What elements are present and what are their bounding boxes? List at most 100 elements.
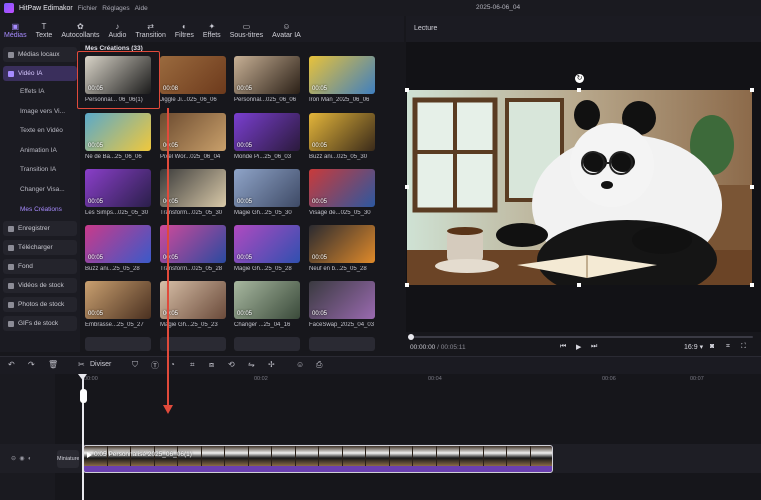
tab-music[interactable]: ♪ Audio [108,22,126,42]
preview-image[interactable] [407,90,752,285]
tab-text[interactable]: T Texte [36,22,53,42]
resize-handle[interactable] [405,88,409,92]
tab-transition[interactable]: ⇄ Transition [135,22,165,42]
split-icon[interactable]: ✂ [78,360,85,369]
sidebar-item-1[interactable]: Vidéo IA [3,66,77,81]
media-thumbnail[interactable]: 00:05 [85,169,151,207]
sidebar-item-11[interactable]: Fond [3,259,77,274]
rotate-handle-icon[interactable]: ↻ [575,74,584,83]
media-thumbnail[interactable]: 00:05 [160,113,226,151]
video-clip[interactable]: 0:05 Personnalisé 2025_06_06(1) [83,445,553,473]
more-icon[interactable]: ✢ [268,360,275,369]
resize-handle[interactable] [750,185,754,189]
crop-tool-icon[interactable]: ⌗ [190,360,195,370]
sidebar-item-label: Enregistrer [18,225,50,232]
media-thumbnail[interactable]: 00:05 [85,281,151,319]
music-icon: ♪ [115,22,120,31]
tab-subtitles[interactable]: ▭ Sous-titres [230,22,263,42]
tab-sticker[interactable]: ✿ Autocollants [61,22,99,42]
delete-icon[interactable]: 🗑 [48,360,58,369]
playback-progress[interactable] [408,334,753,340]
media-thumbnail[interactable]: 00:05 [234,281,300,319]
resize-handle[interactable] [405,185,409,189]
mute-icon[interactable]: ◐ [28,456,32,462]
media-thumbnail[interactable]: 00:05 [309,113,375,151]
shield-icon[interactable]: ⛉ [132,360,138,370]
resize-handle[interactable] [577,283,581,287]
drag-arrow [167,108,169,408]
sidebar-item-12[interactable]: Vidéos de stock [3,278,77,293]
media-thumbnail-partial[interactable] [234,337,300,351]
progress-knob[interactable] [408,334,414,340]
prev-frame-icon[interactable]: ⏮ [560,343,566,351]
sidebar-item-6[interactable]: Transition IA [3,162,77,177]
thumbnail-button[interactable]: Miniature [57,450,79,468]
snapshot-icon[interactable]: ◙ [710,343,714,350]
playhead-marker[interactable] [80,389,87,403]
sidebar-item-9[interactable]: Enregistrer [3,221,77,236]
sidebar-item-3[interactable]: Image vers Vi... [3,104,77,119]
speed-icon[interactable]: ◔ [170,360,175,369]
tab-media[interactable]: ▣ Médias [4,22,27,42]
sidebar-item-2[interactable]: Effets IA [3,84,77,99]
media-thumbnail[interactable]: 00:05 [85,113,151,151]
sidebar-item-7[interactable]: Changer Visa... [3,182,77,197]
aspect-ratio-select[interactable]: 16:9 ▾ [684,343,703,351]
sidebar-item-10[interactable]: Télécharger [3,240,77,255]
media-label: Transform...025_05_30 [160,210,223,216]
media-label: Embrasse...25_05_27 [85,322,144,328]
visibility-icon[interactable]: ◉ [19,456,24,462]
resize-handle[interactable] [750,283,754,287]
resize-handle[interactable] [577,88,581,92]
sidebar-item-4[interactable]: Texte en Vidéo [3,123,77,138]
media-thumbnail[interactable]: 00:05 [309,56,375,94]
tab-effects[interactable]: ✦ Effets [203,22,221,42]
play-icon[interactable]: ▶ [576,343,581,351]
media-thumbnail[interactable]: 00:05 [234,225,300,263]
lock-icon[interactable]: ⊖ [11,456,16,462]
rotate-tool-icon[interactable]: ⟲ [228,360,235,369]
sidebar-item-0[interactable]: Médias locaux [3,47,77,62]
timeline-area[interactable] [0,374,761,500]
media-thumbnail-partial[interactable] [85,337,151,351]
media-thumbnail[interactable]: 00:08 [160,56,226,94]
crop-icon[interactable]: ⌗ [726,343,730,351]
export-frame-icon[interactable]: ⎙ [316,360,322,370]
menu-reglages[interactable]: Réglages [102,5,129,12]
menu-fichier[interactable]: Fichier [78,5,98,12]
tab-label: Sous-titres [229,32,264,39]
media-thumbnail[interactable]: 00:05 [234,169,300,207]
media-thumbnail-partial[interactable] [309,337,375,351]
next-frame-icon[interactable]: ⏭ [591,343,597,351]
sidebar-item-14[interactable]: GIFs de stock [3,316,77,331]
resize-handle[interactable] [405,283,409,287]
freeze-icon[interactable]: ⧈ [209,360,214,370]
media-thumbnail[interactable]: 00:05 [234,113,300,151]
sidebar-item-5[interactable]: Animation IA [3,143,77,158]
media-thumbnail[interactable]: 00:05 [85,225,151,263]
main-toolbar: ▣ Médias T Texte ✿ Autocollants ♪ Audio ⇄ Transit… [0,16,404,42]
menu-aide[interactable]: Aide [135,5,148,12]
mirror-icon[interactable]: ⇋ [248,360,255,369]
sidebar-item-label: Animation IA [20,147,57,154]
sidebar-item-8[interactable]: Mes Créations [3,202,77,217]
tab-avatar[interactable]: ☺ Avatar IA [272,22,301,42]
media-thumbnail[interactable]: 00:05 [160,225,226,263]
fullscreen-icon[interactable]: ⛶ [741,343,746,351]
media-thumbnail[interactable]: 00:05 [234,56,300,94]
undo-icon[interactable]: ↶ [8,360,15,369]
tab-filter[interactable]: ◐ Filtres [175,22,194,42]
face-icon[interactable]: ☺ [296,360,304,369]
media-thumbnail[interactable]: 00:05 [309,169,375,207]
media-thumbnail[interactable]: 00:05 [160,169,226,207]
media-thumbnail[interactable]: 00:05 [309,281,375,319]
text-tool-icon[interactable]: Ⓣ [151,360,159,371]
redo-icon[interactable]: ↷ [28,360,35,369]
resize-handle[interactable] [750,88,754,92]
clip-frame [272,446,296,466]
sidebar-item-13[interactable]: Photos de stock [3,297,77,312]
media-thumbnail[interactable]: 00:05 [309,225,375,263]
media-thumbnail-partial[interactable] [160,337,226,351]
media-thumbnail[interactable]: 00:05 [160,281,226,319]
split-button[interactable]: Diviser [90,361,111,368]
